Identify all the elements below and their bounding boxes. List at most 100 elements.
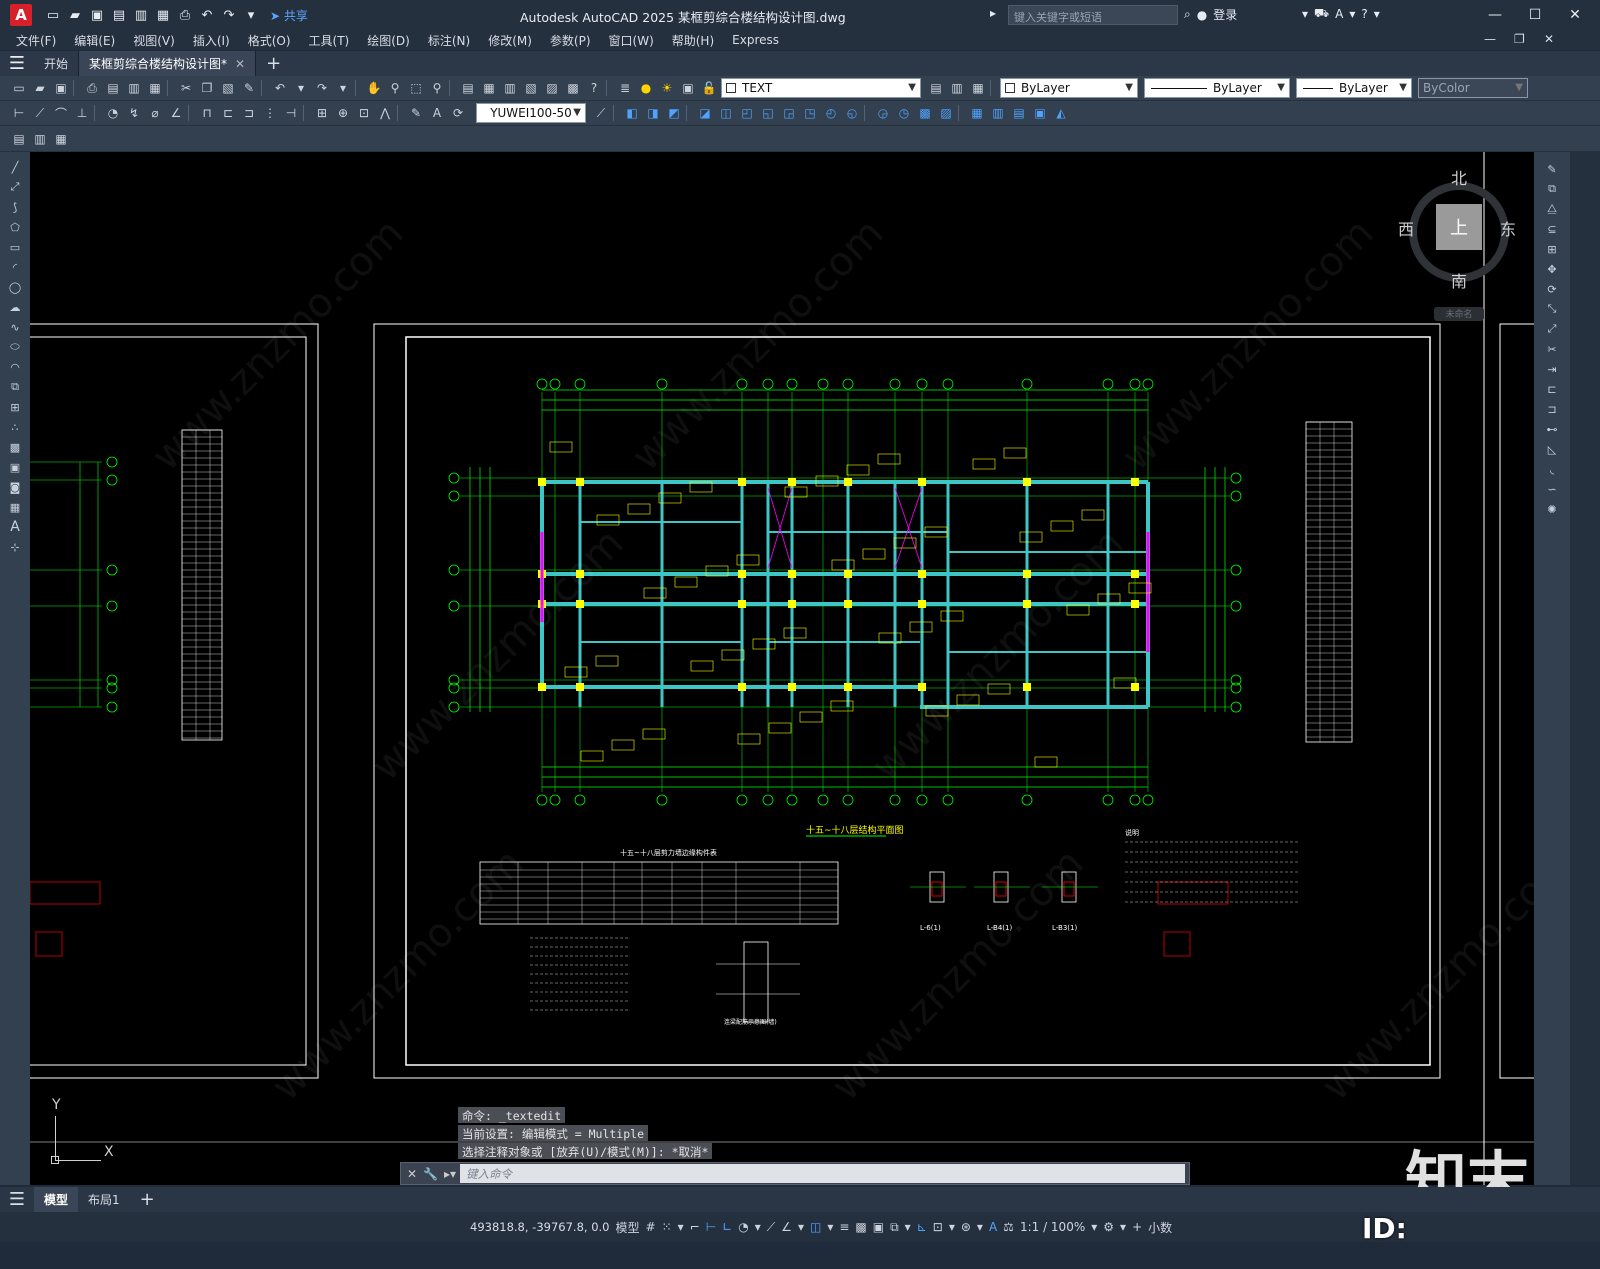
layer-previous-icon[interactable]: ▥: [948, 79, 966, 97]
jogged-linear-icon[interactable]: ⋀: [376, 104, 394, 122]
tab-layout1[interactable]: 布局1: [78, 1187, 130, 1212]
xref-icon[interactable]: ▦: [52, 130, 70, 148]
layer-dropdown[interactable]: TEXT ▼: [721, 78, 921, 98]
close-command-icon[interactable]: ✕: [407, 1167, 417, 1181]
lineweight-dropdown[interactable]: ByLayer ▼: [1296, 78, 1412, 98]
design-center-icon[interactable]: ▦: [480, 79, 498, 97]
layer-freeze-icon[interactable]: ☀: [658, 79, 676, 97]
xline-icon[interactable]: ⤢: [7, 180, 23, 194]
menu-tools[interactable]: 工具(T): [309, 32, 350, 49]
tab-close-icon[interactable]: ✕: [235, 57, 245, 71]
zoom-previous-icon[interactable]: ⚲: [428, 79, 446, 97]
zoom-window-icon[interactable]: ⬚: [407, 79, 425, 97]
gizmo-dropdown-icon[interactable]: ▾: [977, 1220, 983, 1234]
scale-dropdown-icon[interactable]: ▾: [1091, 1220, 1097, 1234]
insert-block-icon[interactable]: ⧉: [7, 380, 23, 394]
help-dropdown-icon[interactable]: ▾: [1374, 7, 1380, 21]
sheet-set-icon[interactable]: ▧: [522, 79, 540, 97]
menu-parametric[interactable]: 参数(P): [550, 32, 591, 49]
ordinate-dim-icon[interactable]: ⊥: [73, 104, 91, 122]
tab-menu-icon[interactable]: ☰: [0, 53, 34, 74]
break-at-point-icon[interactable]: ⊏: [1544, 382, 1560, 396]
region-icon[interactable]: ◙: [7, 480, 23, 494]
save-icon[interactable]: ▣: [52, 79, 70, 97]
dim-update-icon[interactable]: ⟳: [449, 104, 467, 122]
mtext-icon[interactable]: A: [7, 519, 23, 535]
move-faces-icon[interactable]: ◫: [717, 104, 735, 122]
pan-icon[interactable]: ✋: [365, 79, 383, 97]
add-selected-icon[interactable]: ⊹: [7, 540, 23, 554]
line-icon[interactable]: ╱: [7, 160, 23, 174]
redo-icon[interactable]: ↷: [313, 79, 331, 97]
add-layout-button[interactable]: +: [130, 1187, 165, 1212]
mirror-icon[interactable]: ⧋: [1544, 202, 1560, 216]
viewcube-face[interactable]: 上: [1436, 204, 1482, 250]
extrude-faces-icon[interactable]: ◪: [696, 104, 714, 122]
separate-icon[interactable]: ▩: [916, 104, 934, 122]
3d-osnap-icon[interactable]: ⧉: [890, 1220, 899, 1235]
share-button[interactable]: ➤ 共享: [270, 7, 308, 24]
plot-preview-icon[interactable]: ▤: [104, 79, 122, 97]
menu-modify[interactable]: 修改(M): [488, 32, 532, 49]
center-mark-icon[interactable]: ⊕: [334, 104, 352, 122]
subtract-icon[interactable]: ◨: [644, 104, 662, 122]
copy-icon[interactable]: ❐: [198, 79, 216, 97]
arc-icon[interactable]: ◜: [7, 260, 23, 274]
workspace-icon[interactable]: ⚙: [1103, 1220, 1114, 1234]
union-icon[interactable]: ◧: [623, 104, 641, 122]
transparency-icon[interactable]: ▩: [855, 1220, 866, 1234]
paste-icon[interactable]: ▧: [219, 79, 237, 97]
ortho-icon[interactable]: ∟: [722, 1220, 732, 1234]
app-menu-button[interactable]: A: [10, 4, 32, 26]
open-icon[interactable]: ▰: [31, 79, 49, 97]
maximize-button[interactable]: ☐: [1520, 5, 1550, 25]
save-icon[interactable]: ▣: [88, 6, 106, 24]
redo-icon[interactable]: ↷: [220, 6, 238, 24]
array-icon[interactable]: ⊞: [1544, 242, 1560, 256]
make-current-layer-icon[interactable]: ▤: [927, 79, 945, 97]
layer-viewport-icon[interactable]: ▣: [679, 79, 697, 97]
publish-icon[interactable]: ▥: [125, 79, 143, 97]
dim-text-edit-icon[interactable]: A: [428, 104, 446, 122]
polygon-icon[interactable]: ⬠: [7, 220, 23, 234]
edit-block-icon[interactable]: ▥: [31, 130, 49, 148]
check-icon[interactable]: ▦: [968, 104, 986, 122]
revcloud-icon[interactable]: ☁: [7, 300, 23, 314]
spline-icon[interactable]: ∿: [7, 320, 23, 334]
undo-dropdown-icon[interactable]: ▾: [292, 79, 310, 97]
menu-draw[interactable]: 绘图(D): [367, 32, 410, 49]
minimize-button[interactable]: —: [1480, 5, 1510, 25]
compass-north[interactable]: 北: [1451, 165, 1467, 189]
layer-on-icon[interactable]: ●: [637, 79, 655, 97]
compass-south[interactable]: 南: [1451, 268, 1467, 292]
tolerance-icon[interactable]: ⊞: [313, 104, 331, 122]
tab-start[interactable]: 开始: [34, 51, 80, 76]
customize-command-icon[interactable]: 🔧: [423, 1167, 438, 1181]
join-icon[interactable]: ⊷: [1544, 422, 1560, 436]
selection-filter-icon[interactable]: ⊡: [933, 1220, 943, 1234]
cart-icon[interactable]: ⛟: [1314, 6, 1329, 22]
markup-icon[interactable]: ▨: [543, 79, 561, 97]
new-file-icon[interactable]: ▭: [44, 6, 62, 24]
menu-window[interactable]: 窗口(W): [609, 32, 654, 49]
table-icon[interactable]: ▦: [7, 500, 23, 514]
annotation-scale[interactable]: 1:1 / 100%: [1020, 1220, 1085, 1234]
menu-view[interactable]: 视图(V): [133, 32, 175, 49]
layer-properties-icon[interactable]: ≣: [616, 79, 634, 97]
tab-document[interactable]: 某框剪综合楼结构设计图* ✕: [79, 51, 257, 76]
new-tab-button[interactable]: +: [256, 51, 291, 76]
units-value[interactable]: 小数: [1148, 1219, 1172, 1236]
search-input[interactable]: 键入关键字或短语: [1008, 5, 1178, 25]
layer-state-icon[interactable]: ▦: [969, 79, 987, 97]
jogged-dim-icon[interactable]: ↯: [125, 104, 143, 122]
menu-help[interactable]: 帮助(H): [672, 32, 714, 49]
properties-icon[interactable]: ▤: [459, 79, 477, 97]
drawing-canvas[interactable]: 上 北 南 西 东 未命名 Y X 十五~十八层结构平面图 十五~十八层剪力墙边…: [30, 152, 1534, 1185]
annotation-monitor-icon[interactable]: +: [1132, 1220, 1142, 1234]
dynamic-ucs-icon[interactable]: ⊾: [917, 1220, 927, 1234]
polar-dropdown-icon[interactable]: ▾: [755, 1220, 761, 1234]
extract-edges-icon[interactable]: ▥: [989, 104, 1007, 122]
extend-icon[interactable]: ⇥: [1544, 362, 1560, 376]
imprint-icon[interactable]: ◶: [874, 104, 892, 122]
annotation-visibility-icon[interactable]: A: [989, 1220, 997, 1234]
